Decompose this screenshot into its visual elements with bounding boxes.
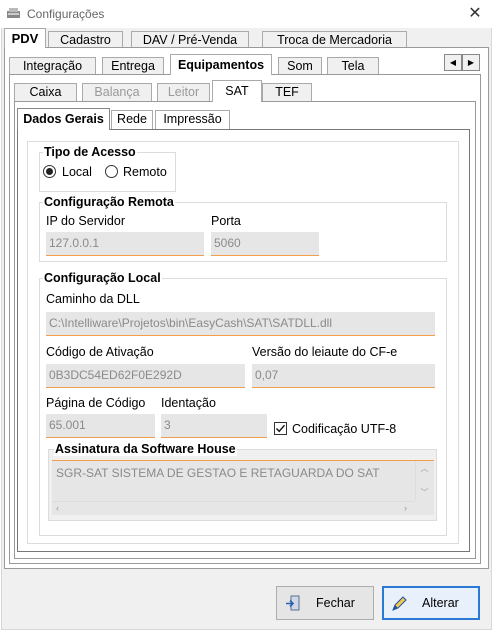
tab-impressao[interactable]: Impressão (155, 110, 230, 129)
ip-servidor-label: IP do Servidor (46, 214, 125, 228)
fechar-label: Fechar (316, 596, 355, 610)
scroll-up-icon[interactable]: ︿ (416, 463, 433, 474)
assinatura-text: SGR-SAT SISTEMA DE GESTAO E RETAGUARDA D… (56, 466, 380, 480)
radio-remoto[interactable] (105, 165, 118, 178)
caminho-dll-label: Caminho da DLL (46, 292, 140, 306)
tab-cadastro[interactable]: Cadastro (48, 31, 123, 48)
tab-caixa[interactable]: Caixa (14, 83, 77, 101)
tab-dados-gerais[interactable]: Dados Gerais (17, 108, 110, 130)
tab-troca-de-mercadoria[interactable]: Troca de Mercadoria (262, 31, 407, 48)
pencil-icon (392, 596, 407, 611)
utf8-label: Codificação UTF-8 (292, 422, 397, 436)
scroll-left-icon[interactable]: ‹ (56, 503, 59, 513)
scroll-down-icon[interactable]: ﹀ (416, 487, 433, 498)
scroll-right-icon[interactable]: › (404, 503, 407, 513)
identacao-field[interactable]: 3 (161, 414, 267, 438)
config-local-title: Configuração Local (43, 271, 162, 285)
tab-tela[interactable]: Tela (327, 57, 379, 74)
arrow-left-icon: ◀ (449, 58, 457, 67)
close-icon: ✕ (468, 5, 482, 22)
versao-leiaute-label: Versão do leiaute do CF-e (252, 345, 398, 359)
tab-sat[interactable]: SAT (212, 80, 262, 102)
radio-remoto-label: Remoto (123, 165, 167, 179)
window-title: Configurações (27, 7, 105, 21)
alterar-button[interactable]: Alterar (382, 586, 480, 620)
exit-door-icon (286, 595, 300, 611)
tabs-scroll-right-button[interactable]: ▶ (462, 54, 480, 71)
tab-balanca[interactable]: Balança (82, 83, 152, 101)
codigo-ativacao-field[interactable]: 0B3DC54ED62F0E292D (46, 364, 245, 388)
assinatura-vertical-scrollbar[interactable]: ︿ ﹀ (415, 461, 432, 500)
radio-local[interactable] (43, 165, 56, 178)
tabs-scroll-left-button[interactable]: ◀ (444, 54, 462, 71)
tab-tef[interactable]: TEF (262, 83, 312, 101)
assinatura-horizontal-scrollbar[interactable]: ‹ › (52, 501, 415, 516)
app-icon (7, 8, 20, 18)
identacao-label: Identação (161, 396, 216, 410)
tab-entrega[interactable]: Entrega (102, 57, 164, 74)
assinatura-title: Assinatura da Software House (54, 442, 237, 456)
fechar-button[interactable]: Fechar (276, 586, 374, 620)
tab-leitor[interactable]: Leitor (157, 83, 210, 101)
title-bar: Configurações ✕ (0, 0, 493, 28)
tab-pdv[interactable]: PDV (4, 28, 46, 48)
ip-servidor-field[interactable]: 127.0.0.1 (46, 232, 204, 256)
tab-dav-pre-venda[interactable]: DAV / Pré-Venda (131, 31, 249, 48)
versao-leiaute-field[interactable]: 0,07 (252, 364, 435, 388)
radio-local-label: Local (62, 165, 92, 179)
assinatura-textarea[interactable]: SGR-SAT SISTEMA DE GESTAO E RETAGUARDA D… (52, 460, 434, 515)
porta-label: Porta (211, 214, 241, 228)
tab-som[interactable]: Som (278, 57, 322, 74)
config-remota-title: Configuração Remota (43, 195, 175, 209)
porta-field[interactable]: 5060 (211, 232, 319, 256)
checkmark-icon (275, 424, 286, 433)
caminho-dll-field[interactable]: C:\Intelliware\Projetos\bin\EasyCash\SAT… (46, 312, 435, 336)
pagina-codigo-field[interactable]: 65.001 (46, 414, 155, 438)
tipo-acesso-title: Tipo de Acesso (43, 145, 137, 159)
tab-integracao[interactable]: Integração (9, 57, 96, 74)
arrow-right-icon: ▶ (467, 58, 475, 67)
alterar-label: Alterar (422, 596, 459, 610)
radio-selected-dot (46, 168, 53, 175)
tab-rede[interactable]: Rede (111, 110, 153, 129)
pagina-codigo-label: Página de Código (46, 396, 146, 410)
codigo-ativacao-label: Código de Ativação (46, 345, 154, 359)
tab-equipamentos[interactable]: Equipamentos (170, 54, 272, 75)
close-button[interactable]: ✕ (462, 3, 488, 25)
utf8-checkbox[interactable] (274, 422, 287, 435)
